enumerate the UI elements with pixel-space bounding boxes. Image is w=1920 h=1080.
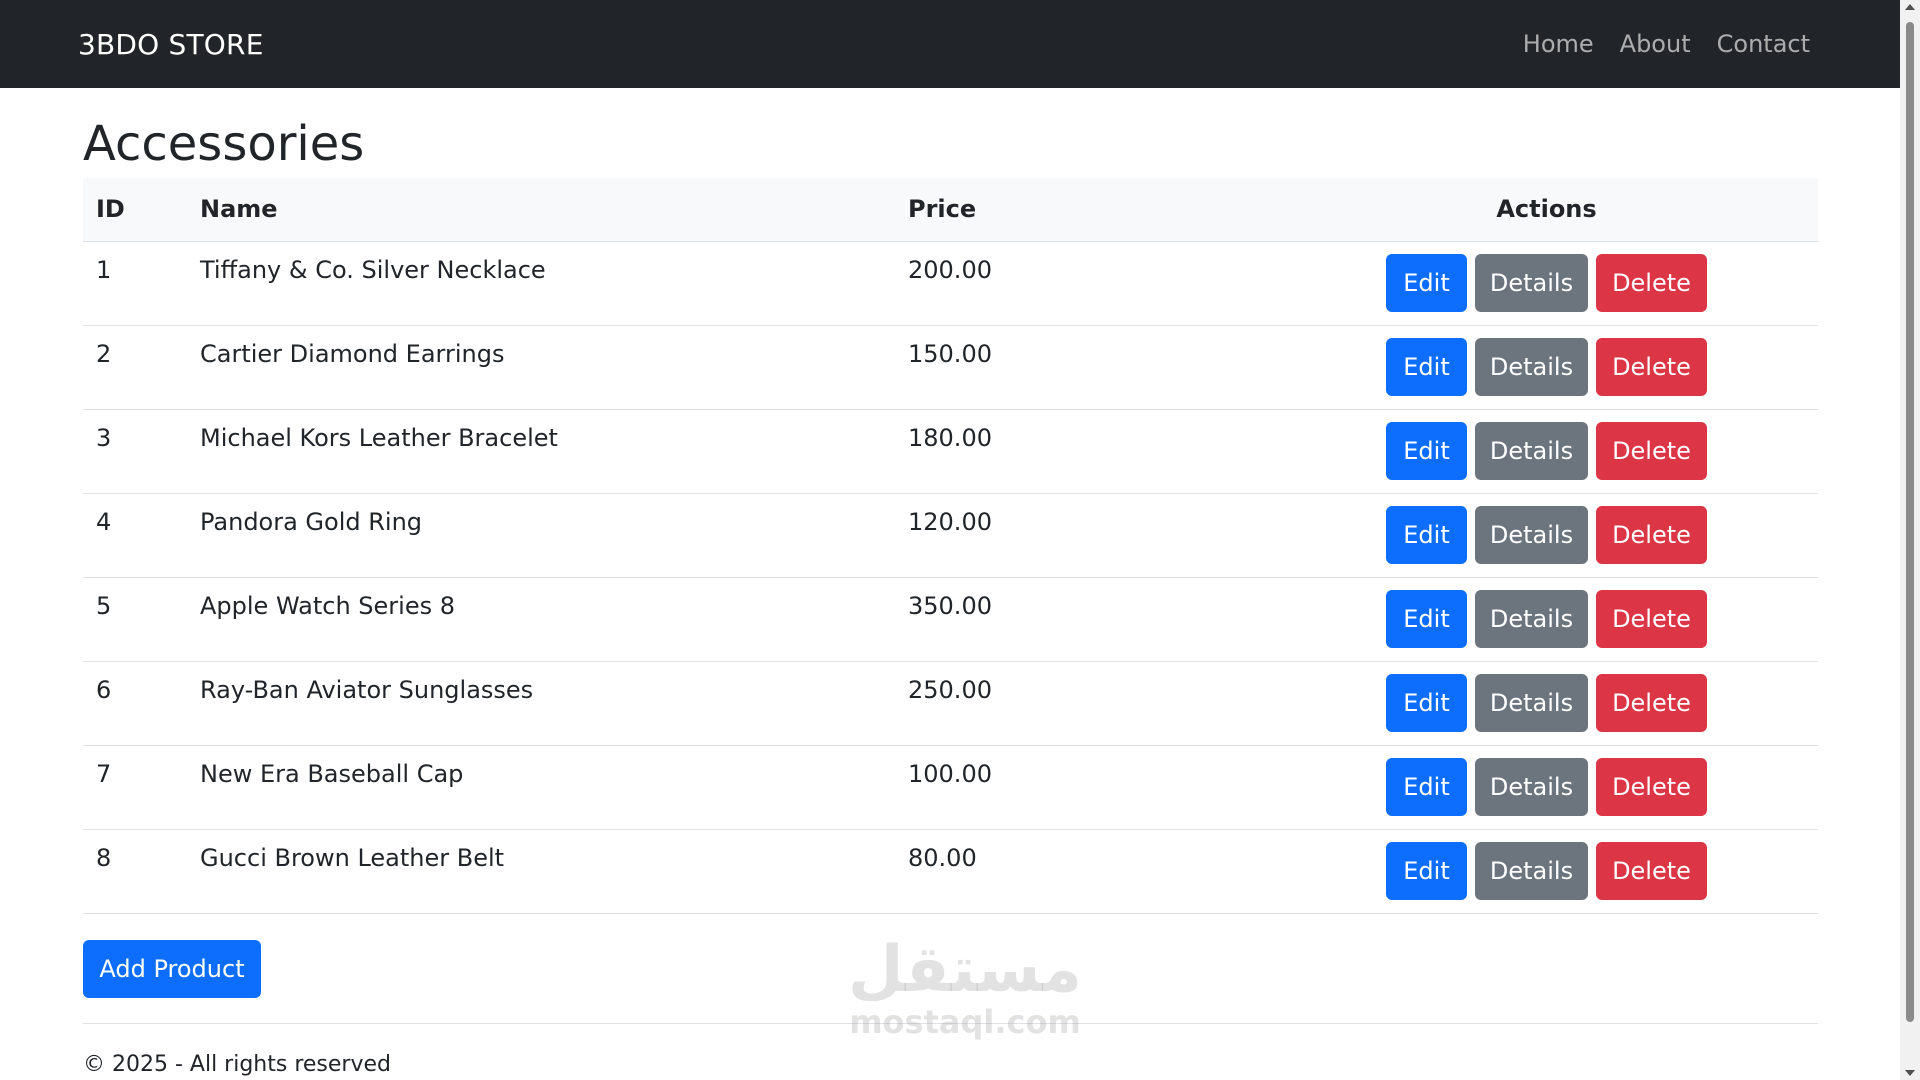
cell-name: Pandora Gold Ring [187, 493, 895, 578]
nav-links: Home About Contact [1523, 30, 1810, 58]
cell-name: Gucci Brown Leather Belt [187, 829, 895, 914]
table-row: 7 New Era Baseball Cap 100.00 Edit Details De… [83, 745, 1818, 830]
edit-button[interactable]: Edit [1386, 757, 1467, 816]
delete-button[interactable]: Delete [1596, 757, 1707, 816]
edit-button[interactable]: Edit [1386, 253, 1467, 312]
scroll-up-arrow-icon[interactable] [1905, 4, 1915, 10]
cell-id: 2 [83, 325, 187, 410]
details-button[interactable]: Details [1475, 253, 1588, 312]
footer-divider [83, 1022, 1818, 1024]
edit-button[interactable]: Edit [1386, 505, 1467, 564]
details-button[interactable]: Details [1475, 337, 1588, 396]
cell-price: 180.00 [895, 409, 1275, 494]
cell-actions: Edit Details Delete [1275, 493, 1818, 578]
cell-actions: Edit Details Delete [1275, 241, 1818, 326]
delete-button[interactable]: Delete [1596, 337, 1707, 396]
delete-button[interactable]: Delete [1596, 589, 1707, 648]
nav-link-home[interactable]: Home [1523, 30, 1594, 58]
table-row: 8 Gucci Brown Leather Belt 80.00 Edit Detail… [83, 829, 1818, 914]
table-header-row: ID Name Price Actions [83, 178, 1818, 242]
details-button[interactable]: Details [1475, 757, 1588, 816]
cell-price: 200.00 [895, 241, 1275, 326]
edit-button[interactable]: Edit [1386, 589, 1467, 648]
cell-id: 7 [83, 745, 187, 830]
delete-button[interactable]: Delete [1596, 673, 1707, 732]
edit-button[interactable]: Edit [1386, 421, 1467, 480]
table-row: 4 Pandora Gold Ring 120.00 Edit Details Delet… [83, 493, 1818, 578]
cell-name: Ray-Ban Aviator Sunglasses [187, 661, 895, 746]
cell-id: 5 [83, 577, 187, 662]
cell-actions: Edit Details Delete [1275, 661, 1818, 746]
delete-button[interactable]: Delete [1596, 253, 1707, 312]
page-title: Accessories [83, 116, 365, 172]
delete-button[interactable]: Delete [1596, 505, 1707, 564]
cell-name: Cartier Diamond Earrings [187, 325, 895, 410]
details-button[interactable]: Details [1475, 421, 1588, 480]
cell-name: Apple Watch Series 8 [187, 577, 895, 662]
table-row: 2 Cartier Diamond Earrings 150.00 Edit Detai… [83, 325, 1818, 410]
cell-price: 80.00 [895, 829, 1275, 914]
edit-button[interactable]: Edit [1386, 337, 1467, 396]
table-row: 3 Michael Kors Leather Bracelet 180.00 Edit… [83, 409, 1818, 494]
cell-id: 1 [83, 241, 187, 326]
details-button[interactable]: Details [1475, 841, 1588, 900]
details-button[interactable]: Details [1475, 589, 1588, 648]
cell-id: 6 [83, 661, 187, 746]
table-row: 1 Tiffany & Co. Silver Necklace 200.00 Edit… [83, 241, 1818, 326]
table-body: 1 Tiffany & Co. Silver Necklace 200.00 Edit… [83, 241, 1818, 914]
cell-actions: Edit Details Delete [1275, 409, 1818, 494]
navbar: 3BDO STORE Home About Contact [0, 0, 1900, 88]
cell-price: 150.00 [895, 325, 1275, 410]
table-row: 6 Ray-Ban Aviator Sunglasses 250.00 Edit Det… [83, 661, 1818, 746]
cell-name: Tiffany & Co. Silver Necklace [187, 241, 895, 326]
cell-price: 100.00 [895, 745, 1275, 830]
footer-copyright: © 2025 - All rights reserved [83, 1051, 391, 1077]
edit-button[interactable]: Edit [1386, 673, 1467, 732]
main-content: Accessories ID Name Price Actions 1 Tiffa… [83, 88, 1818, 1077]
cell-price: 250.00 [895, 661, 1275, 746]
cell-id: 8 [83, 829, 187, 914]
nav-link-about[interactable]: About [1620, 30, 1691, 58]
scroll-thumb[interactable] [1906, 22, 1914, 1022]
add-product-button[interactable]: Add Product [83, 939, 261, 998]
header-actions: Actions [1275, 178, 1818, 242]
cell-name: Michael Kors Leather Bracelet [187, 409, 895, 494]
scroll-down-arrow-icon[interactable] [1905, 1070, 1915, 1076]
edit-button[interactable]: Edit [1386, 841, 1467, 900]
cell-actions: Edit Details Delete [1275, 325, 1818, 410]
details-button[interactable]: Details [1475, 673, 1588, 732]
vertical-scrollbar[interactable] [1900, 0, 1920, 1080]
cell-id: 4 [83, 493, 187, 578]
header-id: ID [83, 178, 187, 242]
header-name: Name [187, 178, 895, 242]
header-price: Price [895, 178, 1275, 242]
page: 3BDO STORE Home About Contact Accessorie… [0, 0, 1900, 1080]
products-table: ID Name Price Actions 1 Tiffany & Co. Sil… [83, 178, 1818, 914]
cell-price: 350.00 [895, 577, 1275, 662]
nav-link-contact[interactable]: Contact [1717, 30, 1810, 58]
details-button[interactable]: Details [1475, 505, 1588, 564]
delete-button[interactable]: Delete [1596, 421, 1707, 480]
navbar-brand[interactable]: 3BDO STORE [78, 28, 264, 61]
cell-actions: Edit Details Delete [1275, 829, 1818, 914]
cell-id: 3 [83, 409, 187, 494]
table-row: 5 Apple Watch Series 8 350.00 Edit Details De… [83, 577, 1818, 662]
cell-actions: Edit Details Delete [1275, 745, 1818, 830]
cell-price: 120.00 [895, 493, 1275, 578]
cell-actions: Edit Details Delete [1275, 577, 1818, 662]
cell-name: New Era Baseball Cap [187, 745, 895, 830]
delete-button[interactable]: Delete [1596, 841, 1707, 900]
